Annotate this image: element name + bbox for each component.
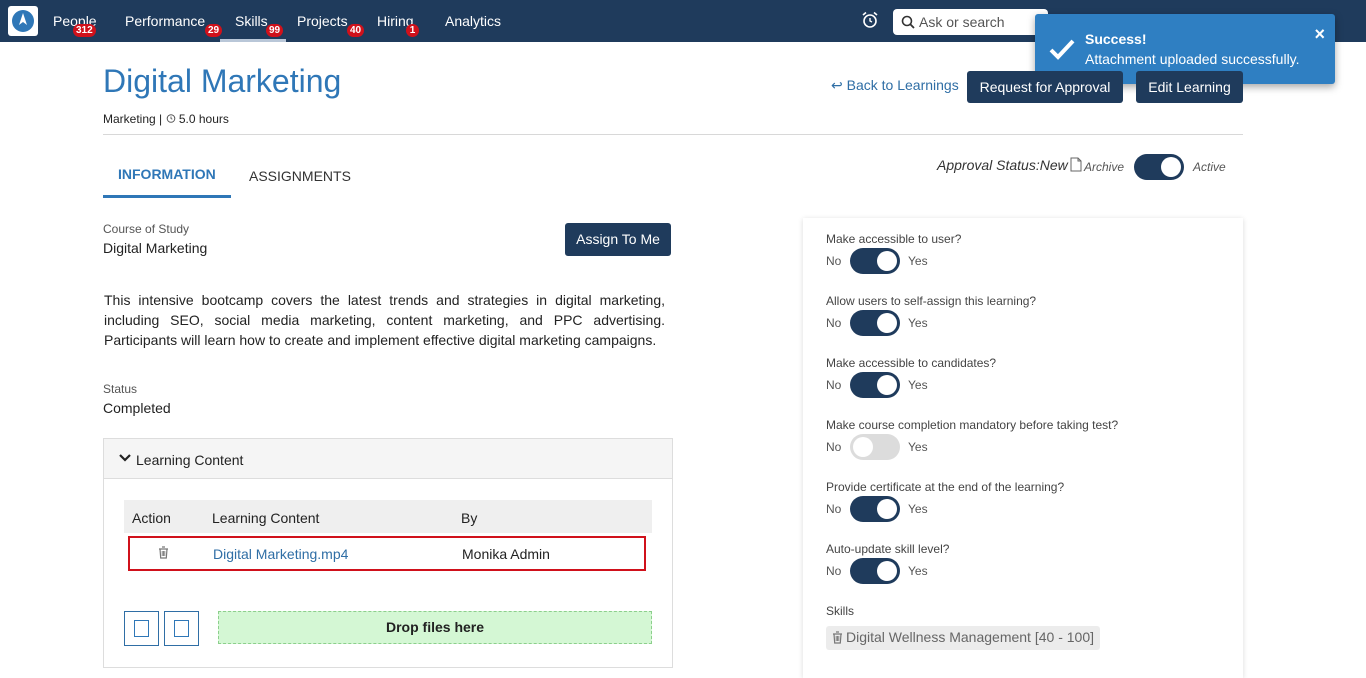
back-arrow-icon: ↩ [831,77,843,93]
column-by: By [461,510,478,526]
chevron-down-icon [119,454,131,462]
duration-label: 5.0 hours [178,112,229,126]
trash-icon[interactable] [158,546,169,559]
tab-information[interactable]: INFORMATION [118,166,216,182]
status-label: Status [103,382,138,396]
edit-learning-button[interactable]: Edit Learning [1136,71,1243,103]
option-no-label: No [826,440,842,454]
nav-skills[interactable]: Skills [235,13,268,29]
toast-title: Success! [1085,31,1147,47]
meta-separator: | [159,112,163,126]
nav-people-badge: 312 [73,24,96,37]
search-input[interactable] [919,12,1044,32]
toggle-self-assign[interactable] [850,310,900,336]
course-of-study-label: Course of Study [103,222,190,236]
learning-content-panel: Learning Content Action Learning Content… [103,438,673,668]
nav-analytics[interactable]: Analytics [445,13,501,29]
option-label-candidates: Make accessible to candidates? [826,356,997,370]
nav-performance-badge: 29 [205,24,223,37]
option-label-certificate: Provide certificate at the end of the le… [826,480,1065,494]
close-icon[interactable]: × [1314,24,1325,45]
nav-hiring-badge: 1 [406,24,419,37]
toggle-completion-mandatory[interactable] [850,434,900,460]
option-yes-label: Yes [908,440,928,454]
upload-button-2[interactable] [164,611,199,646]
checkmark-icon [1049,39,1075,60]
search-box[interactable] [893,9,1048,35]
settings-card: Make accessible to user? No Yes Allow us… [803,218,1243,678]
learning-content-header[interactable]: Learning Content [104,439,672,479]
column-learning-content: Learning Content [212,510,320,526]
back-label: Back to Learnings [846,77,959,93]
option-yes-label: Yes [908,564,928,578]
table-header: Action Learning Content By [124,500,652,533]
course-of-study-value: Digital Marketing [103,240,208,256]
archive-label: Archive [1084,160,1125,174]
request-approval-button[interactable]: Request for Approval [967,71,1123,103]
option-no-label: No [826,254,842,268]
file-icon [134,620,149,637]
option-yes-label: Yes [908,254,928,268]
toggle-auto-update-skill[interactable] [850,558,900,584]
trash-icon[interactable] [832,631,843,644]
column-action: Action [132,510,171,526]
option-no-label: No [826,564,842,578]
status-value: Completed [103,400,171,416]
option-no-label: No [826,378,842,392]
learning-meta: Marketing | 5.0 hours [103,112,229,126]
skill-range: [40 - 100] [1034,629,1094,645]
nav-performance[interactable]: Performance [125,13,205,29]
learning-description: This intensive bootcamp covers the lates… [104,292,665,348]
upload-button-1[interactable] [124,611,159,646]
option-label-accessible-user: Make accessible to user? [826,232,962,246]
option-no-label: No [826,502,842,516]
nav-projects[interactable]: Projects [297,13,348,29]
file-dropzone[interactable]: Drop files here [218,611,652,644]
skills-label: Skills [826,604,855,618]
toggle-accessible-user[interactable] [850,248,900,274]
nav-skills-badge: 99 [266,24,284,37]
toast-message: Attachment uploaded successfully. [1085,51,1300,67]
option-yes-label: Yes [908,316,928,330]
header-divider [103,134,1243,135]
learning-content-title: Learning Content [136,452,244,468]
nav-active-indicator [220,39,286,42]
document-icon [1070,157,1082,172]
active-toggle[interactable] [1134,154,1184,180]
option-label-self-assign: Allow users to self-assign this learning… [826,294,1037,308]
content-file-link[interactable]: Digital Marketing.mp4 [213,546,348,562]
page-title: Digital Marketing [103,63,342,99]
app-logo[interactable] [8,6,38,36]
clock-icon [166,114,175,123]
skill-chip: Digital Wellness Management [40 - 100] [826,626,1100,650]
assign-to-me-button[interactable]: Assign To Me [565,223,671,256]
option-no-label: No [826,316,842,330]
skill-name: Digital Wellness Management [846,629,1031,645]
option-yes-label: Yes [908,378,928,392]
category-label: Marketing [103,112,156,126]
option-label-auto-update-skill: Auto-update skill level? [826,542,950,556]
nav-projects-badge: 40 [347,24,365,37]
back-to-learnings-link[interactable]: ↩ Back to Learnings [831,77,959,94]
search-icon [901,15,915,29]
toggle-certificate[interactable] [850,496,900,522]
option-yes-label: Yes [908,502,928,516]
approval-status: Approval Status:New [937,157,1068,173]
content-author: Monika Admin [462,546,550,562]
file-icon [174,620,189,637]
alarm-clock-icon[interactable] [861,11,879,34]
table-row: Digital Marketing.mp4 Monika Admin [128,536,646,571]
option-label-completion-mandatory: Make course completion mandatory before … [826,418,1119,432]
active-label: Active [1193,160,1226,174]
tab-active-indicator [103,195,231,198]
toggle-candidates[interactable] [850,372,900,398]
tab-assignments[interactable]: ASSIGNMENTS [249,168,351,184]
